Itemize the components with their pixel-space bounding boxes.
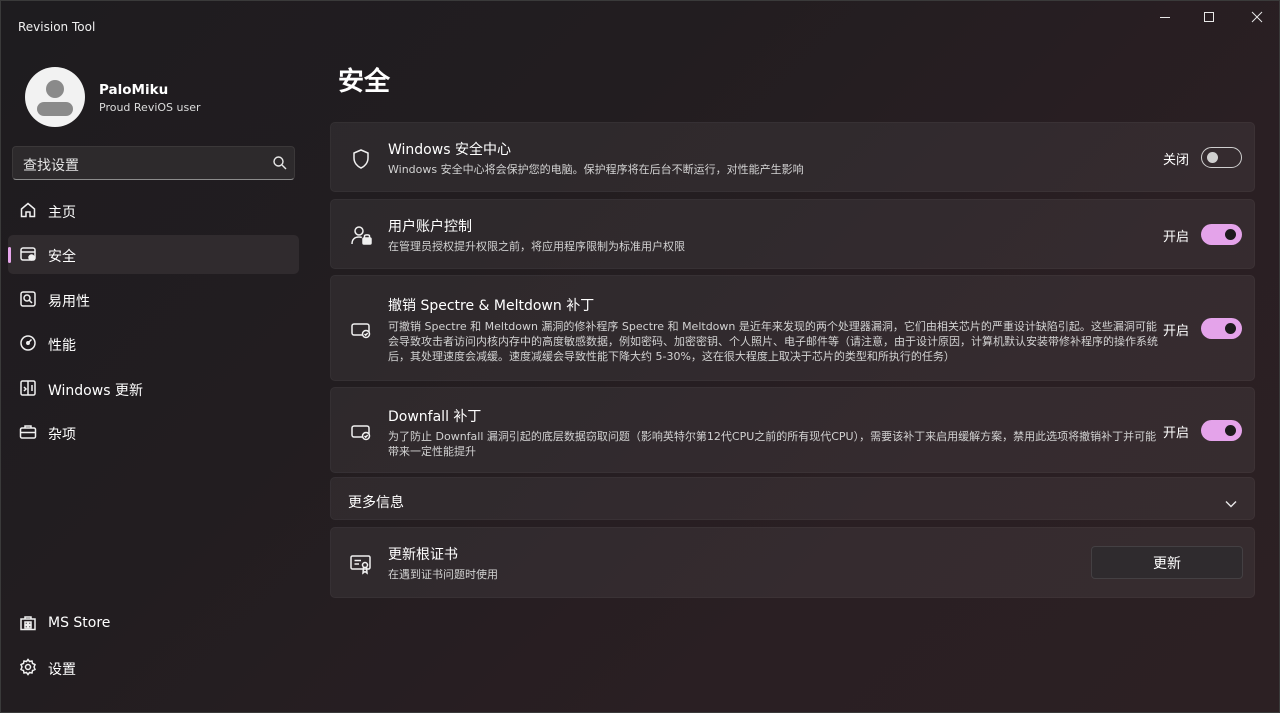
windows-update-icon bbox=[19, 379, 37, 397]
title-bar: Revision Tool bbox=[1, 1, 1279, 49]
card-title: Downfall 补丁 bbox=[388, 409, 482, 425]
spectre-meltdown-toggle[interactable] bbox=[1201, 318, 1242, 339]
nav-item-misc[interactable]: 杂项 bbox=[8, 413, 299, 452]
avatar bbox=[25, 67, 85, 127]
store-icon bbox=[19, 614, 37, 632]
certificate-icon bbox=[349, 552, 373, 576]
cpu-shield-icon bbox=[349, 318, 373, 342]
setting-card-uac: 用户账户控制 在管理员授权提升权限之前，将应用程序限制为标准用户权限 开启 bbox=[330, 199, 1255, 269]
nav-item-security[interactable]: 安全 bbox=[8, 235, 299, 274]
toggle-state-label: 开启 bbox=[1163, 230, 1190, 245]
nav-item-windows-update[interactable]: Windows 更新 bbox=[8, 369, 299, 408]
page-title: 安全 bbox=[338, 67, 391, 97]
nav-item-home[interactable]: 主页 bbox=[8, 191, 299, 230]
profile-name: PaloMiku bbox=[99, 82, 169, 98]
nav-item-label: 易用性 bbox=[48, 294, 90, 310]
accessibility-icon bbox=[19, 290, 37, 308]
card-description: 在管理员授权提升权限之前，将应用程序限制为标准用户权限 bbox=[388, 240, 685, 253]
search-icon[interactable] bbox=[272, 155, 288, 175]
shield-icon bbox=[349, 147, 373, 171]
setting-card-spectre-meltdown: 撤销 Spectre & Meltdown 补丁 可撤销 Spectre 和 M… bbox=[330, 275, 1255, 381]
setting-card-root-certificate: 更新根证书 在遇到证书问题时使用 更新 bbox=[330, 527, 1255, 598]
nav-item-label: MS Store bbox=[48, 615, 111, 631]
security-icon bbox=[19, 245, 37, 263]
home-icon bbox=[19, 201, 37, 219]
card-title: 更新根证书 bbox=[388, 547, 458, 563]
nav-item-performance[interactable]: 性能 bbox=[8, 324, 299, 363]
uac-toggle[interactable] bbox=[1201, 224, 1242, 245]
close-button[interactable] bbox=[1234, 1, 1280, 33]
nav-item-settings[interactable]: 设置 bbox=[8, 648, 299, 687]
card-description: 在遇到证书问题时使用 bbox=[388, 568, 498, 581]
user-profile: PaloMiku Proud ReviOS user bbox=[25, 67, 295, 129]
minimize-icon bbox=[1160, 17, 1170, 18]
maximize-icon bbox=[1204, 12, 1214, 22]
windows-security-toggle[interactable] bbox=[1201, 147, 1242, 168]
toggle-state-label: 开启 bbox=[1163, 426, 1190, 441]
profile-subtitle: Proud ReviOS user bbox=[99, 101, 201, 114]
cpu-shield-icon bbox=[349, 420, 373, 444]
user-lock-icon bbox=[349, 223, 373, 247]
more-info-expander[interactable]: 更多信息 bbox=[330, 477, 1255, 520]
chevron-down-icon bbox=[1224, 494, 1238, 513]
nav-item-label: 性能 bbox=[48, 338, 76, 354]
app-title: Revision Tool bbox=[18, 20, 96, 34]
nav-item-label: 安全 bbox=[48, 249, 76, 265]
search-placeholder: 查找设置 bbox=[23, 158, 79, 174]
nav-item-ms-store[interactable]: MS Store bbox=[8, 604, 299, 643]
card-title: 用户账户控制 bbox=[388, 219, 472, 235]
nav-item-accessibility[interactable]: 易用性 bbox=[8, 280, 299, 319]
toggle-state-label: 关闭 bbox=[1163, 153, 1190, 168]
settings-icon bbox=[19, 658, 37, 676]
maximize-button[interactable] bbox=[1186, 1, 1232, 33]
setting-card-downfall: Downfall 补丁 为了防止 Downfall 漏洞引起的底层数据窃取问题（… bbox=[330, 387, 1255, 473]
search-input[interactable]: 查找设置 bbox=[12, 146, 295, 180]
nav-item-label: 设置 bbox=[48, 662, 76, 678]
nav-item-label: 杂项 bbox=[48, 427, 76, 443]
card-description: Windows 安全中心将会保护您的电脑。保护程序将在后台不断运行，对性能产生影… bbox=[388, 163, 804, 176]
minimize-button[interactable] bbox=[1142, 1, 1188, 33]
more-info-label: 更多信息 bbox=[348, 495, 404, 511]
nav-item-label: 主页 bbox=[48, 205, 76, 221]
card-title: Windows 安全中心 bbox=[388, 142, 511, 158]
setting-card-windows-security: Windows 安全中心 Windows 安全中心将会保护您的电脑。保护程序将在… bbox=[330, 122, 1255, 192]
close-icon bbox=[1251, 11, 1263, 23]
misc-icon bbox=[19, 423, 37, 441]
toggle-state-label: 开启 bbox=[1163, 324, 1190, 339]
card-description: 为了防止 Downfall 漏洞引起的底层数据窃取问题（影响英特尔第12代CPU… bbox=[388, 430, 1157, 458]
downfall-toggle[interactable] bbox=[1201, 420, 1242, 441]
nav-item-label: Windows 更新 bbox=[48, 383, 143, 399]
update-certificate-button[interactable]: 更新 bbox=[1091, 546, 1243, 579]
card-description: 可撤销 Spectre 和 Meltdown 漏洞的修补程序 Spectre 和… bbox=[388, 320, 1158, 363]
performance-icon bbox=[19, 334, 37, 352]
active-indicator bbox=[8, 247, 11, 263]
app-window: Revision Tool PaloMiku Proud ReviOS user… bbox=[0, 0, 1280, 713]
card-title: 撤销 Spectre & Meltdown 补丁 bbox=[388, 298, 595, 314]
